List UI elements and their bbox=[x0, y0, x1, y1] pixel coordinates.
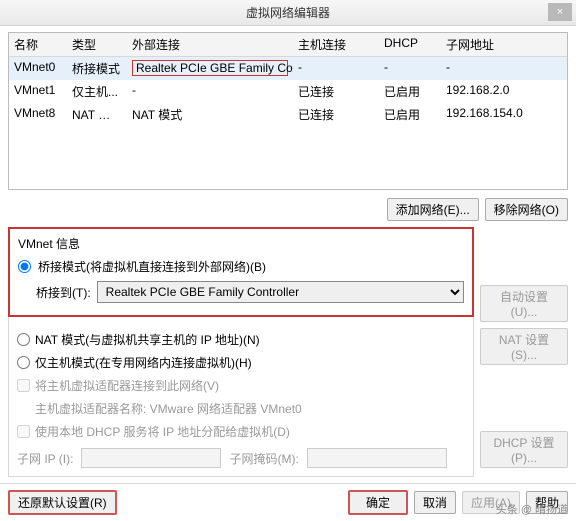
ok-button[interactable]: 确定 bbox=[348, 490, 408, 515]
subnet-ip-input bbox=[81, 448, 221, 468]
table-row[interactable]: VMnet1 仅主机... - 已连接 已启用 192.168.2.0 bbox=[9, 80, 567, 103]
connect-host-row: 将主机虚拟适配器连接到此网络(V) bbox=[17, 377, 465, 394]
col-type[interactable]: 类型 bbox=[67, 33, 127, 56]
table-body: VMnet0 桥接模式 Realtek PCIe GBE Family Co..… bbox=[9, 57, 567, 189]
cell-subnet: - bbox=[441, 57, 567, 80]
window-title: 虚拟网络编辑器 bbox=[246, 4, 330, 21]
subnet-mask-label: 子网掩码(M): bbox=[229, 450, 298, 467]
cell-name: VMnet8 bbox=[9, 103, 67, 126]
col-subnet[interactable]: 子网地址 bbox=[441, 33, 567, 56]
cell-subnet: 192.168.154.0 bbox=[441, 103, 567, 126]
footer: 还原默认设置(R) 确定 取消 应用(A) 帮助 头条 @ 晴扬道 bbox=[0, 483, 576, 521]
cell-name: VMnet0 bbox=[9, 57, 67, 80]
host-adapter-name: 主机虚拟适配器名称: VMware 网络适配器 VMnet0 bbox=[35, 400, 302, 417]
auto-settings-button: 自动设置(U)... bbox=[480, 285, 568, 322]
close-button[interactable]: × bbox=[548, 3, 572, 21]
cell-host: 已连接 bbox=[293, 80, 379, 103]
use-dhcp-label: 使用本地 DHCP 服务将 IP 地址分配给虚拟机(D) bbox=[35, 423, 290, 440]
nat-radio-row[interactable]: NAT 模式(与虚拟机共享主机的 IP 地址)(N) bbox=[17, 331, 465, 348]
bridge-adapter-select[interactable]: Realtek PCIe GBE Family Controller bbox=[97, 281, 464, 303]
dhcp-settings-button: DHCP 设置(P)... bbox=[480, 431, 568, 468]
cell-name: VMnet1 bbox=[9, 80, 67, 103]
cell-type: 仅主机... bbox=[67, 80, 127, 103]
table-row[interactable]: VMnet8 NAT 模式 NAT 模式 已连接 已启用 192.168.154… bbox=[9, 103, 567, 126]
cell-dhcp: 已启用 bbox=[379, 103, 441, 126]
watermark: 头条 @ 晴扬道 bbox=[496, 501, 568, 517]
cell-dhcp: - bbox=[379, 57, 441, 80]
bridge-radio[interactable] bbox=[18, 260, 31, 273]
hostonly-radio-row[interactable]: 仅主机模式(在专用网络内连接虚拟机)(H) bbox=[17, 354, 465, 371]
cell-ext: Realtek PCIe GBE Family Co...▾ bbox=[127, 57, 293, 80]
titlebar: 虚拟网络编辑器 × bbox=[0, 0, 576, 26]
use-dhcp-checkbox bbox=[17, 425, 30, 438]
cancel-button[interactable]: 取消 bbox=[414, 491, 456, 514]
cell-subnet: 192.168.2.0 bbox=[441, 80, 567, 103]
vmnet-info-group: VMnet 信息 桥接模式(将虚拟机直接连接到外部网络)(B) 桥接到(T): … bbox=[8, 227, 474, 317]
col-host[interactable]: 主机连接 bbox=[293, 33, 379, 56]
mode-options: NAT 模式(与虚拟机共享主机的 IP 地址)(N) 仅主机模式(在专用网络内连… bbox=[8, 317, 474, 477]
network-table: 名称 类型 外部连接 主机连接 DHCP 子网地址 VMnet0 桥接模式 Re… bbox=[8, 32, 568, 190]
hostonly-radio[interactable] bbox=[17, 356, 30, 369]
col-ext[interactable]: 外部连接 bbox=[127, 33, 293, 56]
group-legend: VMnet 信息 bbox=[18, 235, 464, 252]
table-header: 名称 类型 外部连接 主机连接 DHCP 子网地址 bbox=[9, 33, 567, 57]
cell-host: - bbox=[293, 57, 379, 80]
bridge-label: 桥接模式(将虚拟机直接连接到外部网络)(B) bbox=[38, 258, 266, 275]
cell-ext: - bbox=[127, 80, 293, 103]
host-adapter-name-row: 主机虚拟适配器名称: VMware 网络适配器 VMnet0 bbox=[35, 400, 465, 417]
subnet-mask-input bbox=[307, 448, 447, 468]
bridge-radio-row[interactable]: 桥接模式(将虚拟机直接连接到外部网络)(B) bbox=[18, 258, 464, 275]
cell-type: 桥接模式 bbox=[67, 57, 127, 80]
cell-ext: NAT 模式 bbox=[127, 103, 293, 126]
nat-radio[interactable] bbox=[17, 333, 30, 346]
remove-network-button[interactable]: 移除网络(O) bbox=[485, 198, 568, 221]
use-dhcp-row: 使用本地 DHCP 服务将 IP 地址分配给虚拟机(D) bbox=[17, 423, 465, 440]
bridge-to-label: 桥接到(T): bbox=[36, 284, 91, 301]
cell-type: NAT 模式 bbox=[67, 103, 127, 126]
connect-host-label: 将主机虚拟适配器连接到此网络(V) bbox=[35, 377, 219, 394]
connect-host-checkbox bbox=[17, 379, 30, 392]
col-dhcp[interactable]: DHCP bbox=[379, 33, 441, 56]
table-row[interactable]: VMnet0 桥接模式 Realtek PCIe GBE Family Co..… bbox=[9, 57, 567, 80]
cell-dhcp: 已启用 bbox=[379, 80, 441, 103]
nat-settings-button: NAT 设置(S)... bbox=[480, 328, 568, 365]
close-icon: × bbox=[557, 6, 563, 18]
nat-label: NAT 模式(与虚拟机共享主机的 IP 地址)(N) bbox=[35, 331, 260, 348]
ip-row: 子网 IP (I): 子网掩码(M): bbox=[17, 448, 465, 468]
add-network-button[interactable]: 添加网络(E)... bbox=[387, 198, 479, 221]
col-name[interactable]: 名称 bbox=[9, 33, 67, 56]
restore-defaults-button[interactable]: 还原默认设置(R) bbox=[8, 490, 117, 515]
subnet-ip-label: 子网 IP (I): bbox=[17, 450, 73, 467]
cell-host: 已连接 bbox=[293, 103, 379, 126]
hostonly-label: 仅主机模式(在专用网络内连接虚拟机)(H) bbox=[35, 354, 252, 371]
